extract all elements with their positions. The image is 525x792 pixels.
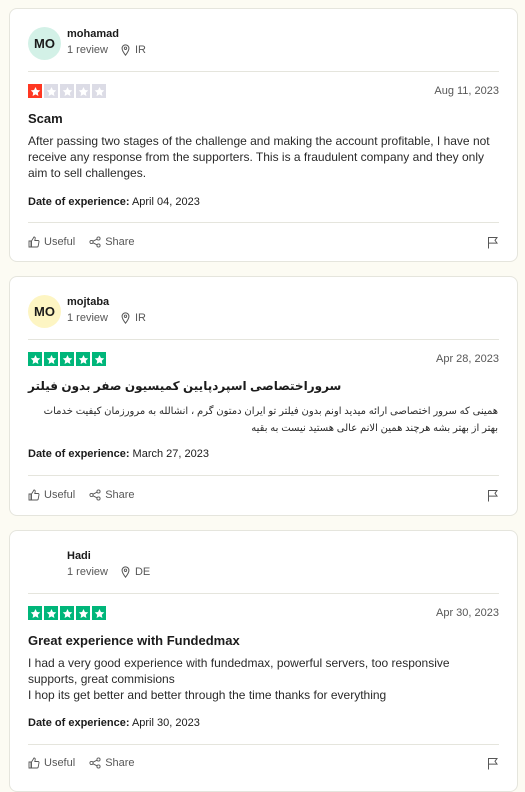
date-of-experience: Date of experience: March 27, 2023	[28, 448, 209, 460]
avatar[interactable]: MO	[28, 27, 61, 60]
star-icon	[92, 352, 106, 366]
reviewer-meta: 1 review IR	[67, 312, 146, 324]
useful-button[interactable]: Useful	[28, 757, 75, 769]
divider	[28, 222, 499, 223]
share-button[interactable]: Share	[89, 757, 135, 769]
reviewer-name[interactable]: mojtaba	[67, 296, 109, 308]
review-date: Apr 30, 2023	[436, 607, 499, 619]
reviewer-country: DE	[134, 566, 151, 578]
star-icon	[60, 352, 74, 366]
experience-label: Date of experience:	[28, 448, 130, 460]
share-icon	[89, 489, 101, 501]
reviewer-name[interactable]: Hadi	[67, 550, 91, 562]
divider	[28, 71, 499, 72]
location-pin-icon	[121, 566, 130, 578]
star-icon	[44, 352, 58, 366]
flag-icon[interactable]	[487, 489, 499, 502]
star-icon	[92, 84, 106, 98]
review-count: 1 review	[67, 312, 108, 324]
star-icon	[28, 84, 42, 98]
useful-label: Useful	[44, 757, 76, 769]
star-icon	[28, 606, 42, 620]
experience-date: April 30, 2023	[131, 717, 200, 729]
star-icon	[76, 606, 90, 620]
avatar[interactable]	[28, 549, 61, 582]
star-rating	[28, 84, 106, 98]
share-label: Share	[105, 236, 135, 248]
share-icon	[89, 757, 101, 769]
review-count: 1 review	[67, 566, 108, 578]
experience-label: Date of experience:	[28, 196, 130, 208]
review-card: MO mohamad 1 review IR Aug 11, 2023 Scam…	[9, 8, 518, 262]
review-title[interactable]: Great experience with Fundedmax	[28, 633, 499, 648]
star-icon	[60, 606, 74, 620]
share-button[interactable]: Share	[89, 236, 135, 248]
star-icon	[60, 84, 74, 98]
useful-label: Useful	[44, 236, 76, 248]
divider	[28, 339, 499, 340]
experience-label: Date of experience:	[28, 717, 130, 729]
experience-date: March 27, 2023	[132, 448, 209, 460]
date-of-experience: Date of experience: April 04, 2023	[28, 196, 200, 208]
review-body: After passing two stages of the challeng…	[28, 134, 490, 180]
flag-icon[interactable]	[487, 236, 499, 249]
reviewer-header[interactable]: MO mohamad 1 review IR	[28, 27, 499, 67]
review-title[interactable]: سروراختصاصی اسپردپایین کمیسیون صفر بدون …	[28, 379, 341, 393]
review-count: 1 review	[67, 44, 108, 56]
date-of-experience: Date of experience: April 30, 2023	[28, 717, 200, 729]
useful-button[interactable]: Useful	[28, 489, 75, 501]
useful-button[interactable]: Useful	[28, 236, 75, 248]
location-pin-icon	[121, 312, 130, 324]
share-label: Share	[105, 757, 135, 769]
reviewer-meta: 1 review IR	[67, 44, 146, 56]
review-card: Hadi 1 review DE Apr 30, 2023 Great expe…	[9, 530, 518, 792]
experience-date: April 04, 2023	[131, 196, 200, 208]
location-pin-icon	[121, 44, 130, 56]
star-icon	[76, 352, 90, 366]
thumbs-up-icon	[28, 236, 40, 248]
divider	[28, 475, 499, 476]
flag-icon[interactable]	[487, 757, 499, 770]
star-icon	[28, 352, 42, 366]
thumbs-up-icon	[28, 489, 40, 501]
reviewer-name[interactable]: mohamad	[67, 28, 119, 40]
share-label: Share	[105, 489, 135, 501]
review-actions: Useful Share	[28, 489, 499, 501]
star-icon	[44, 606, 58, 620]
star-rating	[28, 352, 106, 366]
avatar[interactable]: MO	[28, 295, 61, 328]
divider	[28, 744, 499, 745]
reviewer-header[interactable]: Hadi 1 review DE	[28, 549, 499, 589]
review-date: Apr 28, 2023	[436, 353, 499, 365]
star-icon	[92, 606, 106, 620]
review-body: همینی که سرور اختصاصی ارائه میدید اونم ب…	[43, 406, 498, 434]
review-actions: Useful Share	[28, 757, 499, 769]
reviewer-meta: 1 review DE	[67, 566, 150, 578]
reviewer-country: IR	[134, 44, 146, 56]
reviewer-country: IR	[134, 312, 146, 324]
share-icon	[89, 236, 101, 248]
divider	[28, 593, 499, 594]
review-title[interactable]: Scam	[28, 111, 499, 126]
review-card: MO mojtaba 1 review IR Apr 28, 2023 سرور…	[9, 276, 518, 516]
thumbs-up-icon	[28, 757, 40, 769]
reviewer-header[interactable]: MO mojtaba 1 review IR	[28, 295, 499, 335]
star-icon	[76, 84, 90, 98]
star-icon	[44, 84, 58, 98]
review-date: Aug 11, 2023	[434, 85, 499, 97]
useful-label: Useful	[44, 489, 76, 501]
star-rating	[28, 606, 106, 620]
share-button[interactable]: Share	[89, 489, 135, 501]
review-actions: Useful Share	[28, 236, 499, 248]
review-body: I had a very good experience with funded…	[28, 656, 450, 702]
